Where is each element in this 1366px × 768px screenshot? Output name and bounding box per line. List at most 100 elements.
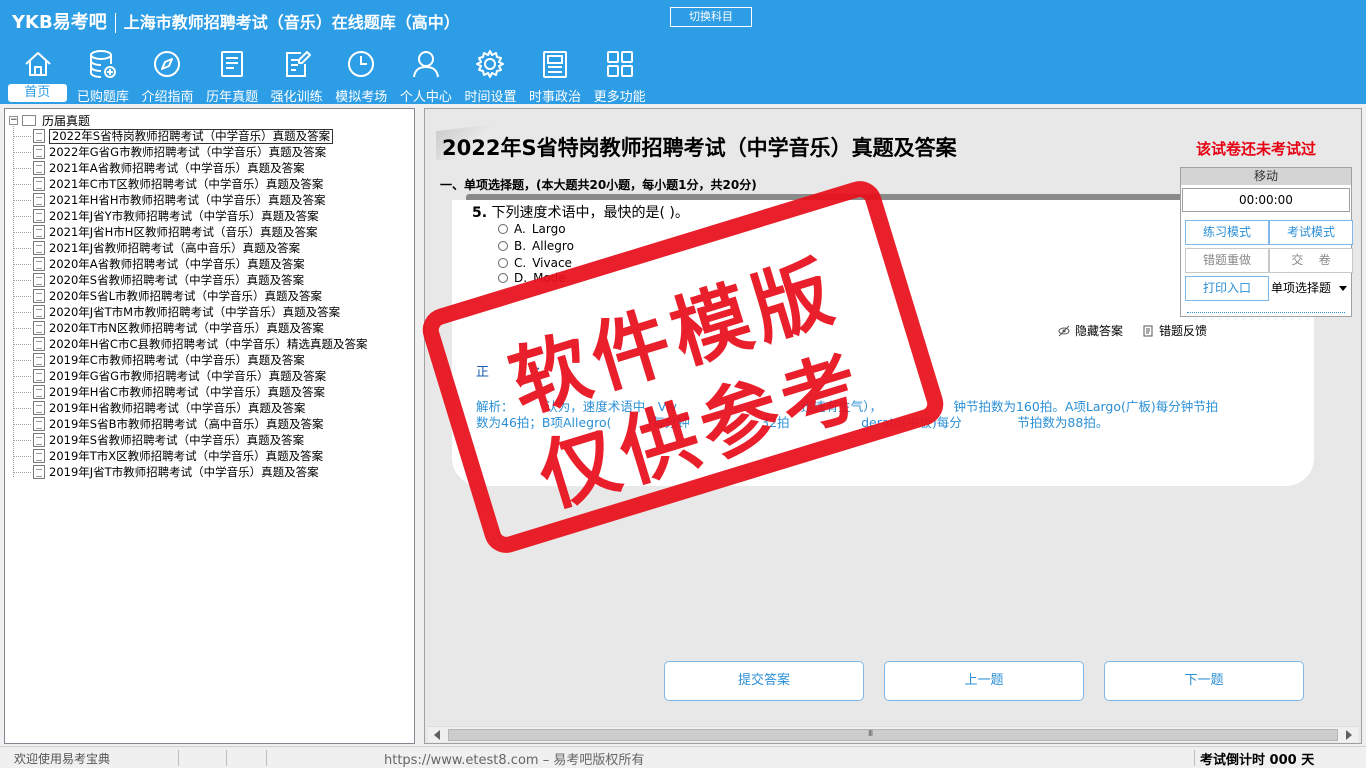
tree-item[interactable]: 2020年A省教师招聘考试（中学音乐）真题及答案	[13, 256, 367, 272]
exam-countdown: 考试倒计时 000 天	[1200, 753, 1315, 768]
compass-icon	[154, 51, 181, 77]
nav-training[interactable]: 强化训练	[264, 46, 329, 105]
move-handle[interactable]: 移动	[1181, 168, 1351, 185]
exam-status: 该试卷还未考试过	[1196, 140, 1317, 158]
document-icon	[33, 129, 45, 143]
document-icon	[33, 289, 45, 303]
gear-icon	[476, 50, 505, 78]
main-navbar: 首页 已购题库 介绍指南 历年真题 强化训练 模拟考场 个人中心 时间设置 时事…	[6, 46, 652, 105]
tree-item[interactable]: 2019年C市教师招聘考试（中学音乐）真题及答案	[13, 352, 367, 368]
tree-item-label: 2021年C市T区教师招聘考试（中学音乐）真题及答案	[49, 177, 324, 191]
next-question-button[interactable]: 下一题	[1104, 661, 1304, 701]
brand-separator	[114, 13, 116, 33]
nav-mock-exam[interactable]: 模拟考场	[329, 46, 394, 105]
option-b[interactable]: B. Allegro	[498, 238, 574, 254]
tree-item-label: 2019年S省B市教师招聘考试（高中音乐）真题及答案	[49, 417, 324, 431]
tree-item[interactable]: 2019年S省教师招聘考试（中学音乐）真题及答案	[13, 432, 367, 448]
nav-home[interactable]: 首页	[6, 46, 71, 104]
grid-icon	[606, 51, 633, 77]
document-icon	[33, 177, 45, 191]
nav-guide[interactable]: 介绍指南	[135, 46, 200, 105]
tree-item[interactable]: 2021年A省教师招聘考试（中学音乐）真题及答案	[13, 160, 367, 176]
user-icon	[412, 51, 439, 78]
radio-icon[interactable]	[498, 224, 508, 234]
tree-connector	[13, 327, 31, 329]
tree-item[interactable]: 2020年S省教师招聘考试（中学音乐）真题及答案	[13, 272, 367, 288]
paper-title: 2022年S省特岗教师招聘考试（中学音乐）真题及答案	[442, 136, 957, 160]
nav-time-settings[interactable]: 时间设置	[458, 46, 523, 105]
nav-label: 历年真题	[206, 90, 259, 105]
option-a[interactable]: A. Largo	[498, 221, 566, 237]
tree-item[interactable]: 2020年S省L市教师招聘考试（中学音乐）真题及答案	[13, 288, 367, 304]
nav-label: 已购题库	[76, 90, 129, 105]
document-icon	[33, 417, 45, 431]
tree-item[interactable]: 2019年H省教师招聘考试（中学音乐）真题及答案	[13, 400, 367, 416]
tree-item[interactable]: 2021年J省H市H区教师招聘考试（音乐）真题及答案	[13, 224, 367, 240]
tree-item[interactable]: 2019年T市X区教师招聘考试（中学音乐）真题及答案	[13, 448, 367, 464]
document-icon	[33, 305, 45, 319]
tree-connector	[13, 311, 31, 313]
tree-item-label: 2020年S省教师招聘考试（中学音乐）真题及答案	[49, 273, 305, 287]
submit-paper-button[interactable]: 交 卷	[1269, 248, 1353, 273]
tree-item[interactable]: 2020年T市N区教师招聘考试（中学音乐）真题及答案	[13, 320, 367, 336]
tree-root[interactable]: − 历届真题	[9, 112, 90, 128]
nav-past-papers[interactable]: 历年真题	[200, 46, 265, 105]
redo-wrong-button[interactable]: 错题重做	[1185, 248, 1269, 273]
document-icon	[33, 385, 45, 399]
tree-item[interactable]: 2019年H省C市教师招聘考试（中学音乐）真题及答案	[13, 384, 367, 400]
tree-item[interactable]: 2022年S省特岗教师招聘考试（中学音乐）真题及答案	[13, 128, 367, 144]
tree-item[interactable]: 2019年G省G市教师招聘考试（中学音乐）真题及答案	[13, 368, 367, 384]
tree-item-label: 2022年G省G市教师招聘考试（中学音乐）真题及答案	[49, 145, 327, 159]
collapse-icon[interactable]: −	[9, 115, 18, 125]
tree-connector	[13, 439, 31, 441]
nav-label: 时事政治	[529, 90, 582, 105]
nav-personal[interactable]: 个人中心	[394, 46, 459, 105]
app-brand: YKB易考吧 上海市教师招聘考试（音乐）在线题库（高中）	[12, 8, 460, 34]
prev-question-button[interactable]: 上一题	[884, 661, 1084, 701]
tree-item[interactable]: 2019年J省T市教师招聘考试（中学音乐）真题及答案	[13, 464, 367, 480]
switch-subject-button[interactable]: 切换科目	[670, 7, 752, 27]
nav-purchased[interactable]: 已购题库	[71, 46, 136, 105]
hide-answer-link[interactable]: 隐藏答案	[1058, 322, 1123, 339]
submit-answer-button[interactable]: 提交答案	[664, 661, 864, 701]
scroll-right-icon[interactable]	[1346, 730, 1352, 740]
exam-timer: 00:00:00	[1182, 188, 1350, 212]
document-icon	[33, 209, 45, 223]
scrollbar-thumb[interactable]	[448, 729, 1338, 741]
tree-item[interactable]: 2020年H省C市C县教师招聘考试（中学音乐）精选真题及答案	[13, 336, 367, 352]
nav-current-affairs[interactable]: 时事政治	[523, 46, 588, 105]
tree-connector	[13, 215, 31, 217]
tree-list: 2022年S省特岗教师招聘考试（中学音乐）真题及答案 2022年G省G市教师招聘考…	[13, 128, 367, 480]
scroll-grip: III	[868, 729, 873, 738]
panel-divider	[1187, 312, 1345, 313]
tree-item[interactable]: 2022年G省G市教师招聘考试（中学音乐）真题及答案	[13, 144, 367, 160]
exam-control-panel: 移动 00:00:00 练习模式 考试模式 错题重做 交 卷 打印入口 单项选择…	[1180, 167, 1353, 317]
nav-more[interactable]: 更多功能	[587, 46, 652, 105]
tree-item[interactable]: 2021年C市T区教师招聘考试（中学音乐）真题及答案	[13, 176, 367, 192]
radio-icon[interactable]	[498, 258, 508, 268]
print-entry-button[interactable]: 打印入口	[1185, 276, 1269, 301]
option-c[interactable]: C. Vivace	[498, 255, 572, 271]
document-icon	[33, 241, 45, 255]
practice-mode-button[interactable]: 练习模式	[1185, 220, 1269, 245]
tree-item[interactable]: 2021年H省H市教师招聘考试（中学音乐）真题及答案	[13, 192, 367, 208]
question-number: 5.	[472, 205, 488, 221]
news-icon	[543, 51, 568, 78]
scroll-left-icon[interactable]	[434, 730, 440, 740]
document-icon	[33, 433, 45, 447]
tree-item[interactable]: 2020年J省T市M市教师招聘考试（中学音乐）真题及答案	[13, 304, 367, 320]
tree-item-label: 2020年S省L市教师招聘考试（中学音乐）真题及答案	[49, 289, 322, 303]
feedback-icon	[1143, 325, 1153, 336]
tree-item[interactable]: 2021年J省教师招聘考试（高中音乐）真题及答案	[13, 240, 367, 256]
tree-item[interactable]: 2019年S省B市教师招聘考试（高中音乐）真题及答案	[13, 416, 367, 432]
error-feedback-link[interactable]: 错题反馈	[1142, 322, 1207, 339]
question-type-select[interactable]: 单项选择题	[1269, 276, 1351, 301]
exam-mode-button[interactable]: 考试模式	[1269, 220, 1353, 245]
radio-icon[interactable]	[498, 241, 508, 251]
tree-connector	[13, 247, 31, 249]
horizontal-scrollbar[interactable]: III	[428, 726, 1358, 742]
radio-icon[interactable]	[498, 273, 508, 283]
question-text: 下列速度术语中，最快的是( )。	[491, 205, 689, 221]
document-icon	[33, 225, 45, 239]
tree-item[interactable]: 2021年J省Y市教师招聘考试（中学音乐）真题及答案	[13, 208, 367, 224]
